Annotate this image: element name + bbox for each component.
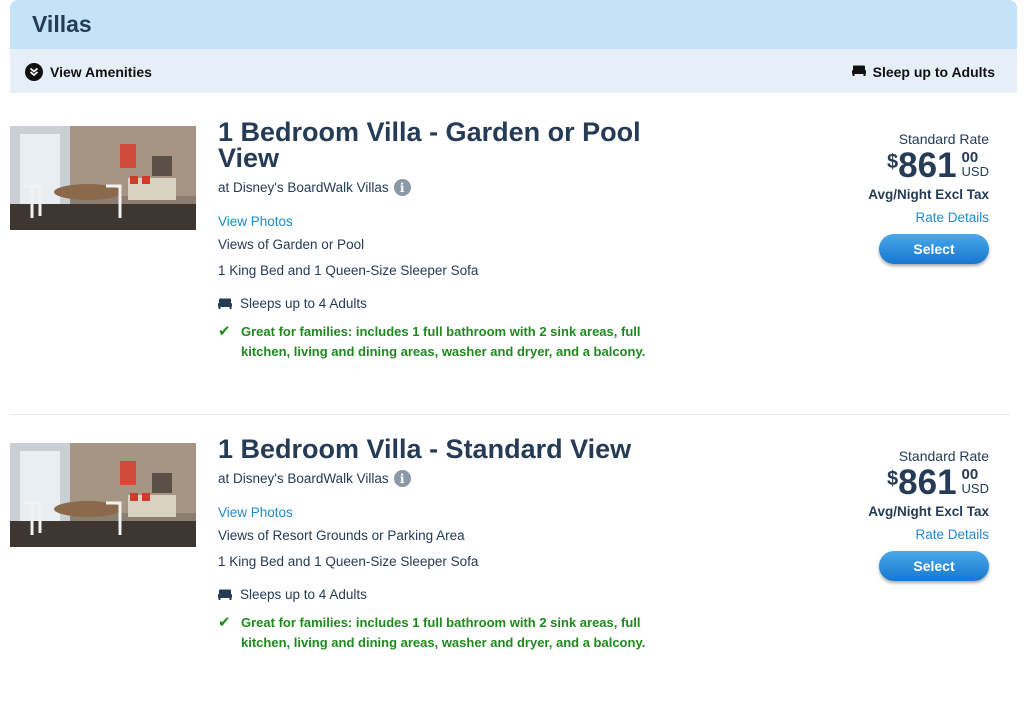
- divider: [10, 414, 1010, 415]
- view-photos-link[interactable]: View Photos: [218, 214, 293, 229]
- room-feature: ✔ Great for families: includes 1 full ba…: [218, 322, 668, 362]
- bed-icon: [851, 63, 866, 81]
- select-button[interactable]: Select: [879, 234, 989, 264]
- per-night-label: Avg/Night Excl Tax: [868, 187, 989, 202]
- price: $ 861 00 USD: [789, 465, 989, 501]
- info-icon[interactable]: i: [393, 470, 411, 487]
- room-feature: ✔ Great for families: includes 1 full ba…: [218, 613, 668, 653]
- filter-bar: View Amenities Sleep up to Adults: [10, 49, 1017, 93]
- resort-name: at Disney's BoardWalk Villas i: [218, 470, 411, 487]
- price-amount: 861: [898, 463, 957, 502]
- room-photo[interactable]: [10, 126, 196, 230]
- view-amenities-label: View Amenities: [50, 64, 152, 80]
- rate-label: Standard Rate: [898, 448, 989, 464]
- sleep-filter: Sleep up to Adults: [851, 62, 995, 82]
- currency-symbol: $: [887, 151, 899, 173]
- room-beds: 1 King Bed and 1 Queen-Size Sleeper Sofa: [218, 554, 479, 569]
- resort-label: at Disney's BoardWalk Villas: [218, 180, 389, 195]
- sleeps-label: Sleeps up to 4 Adults: [240, 296, 367, 311]
- price-amount: 861: [898, 146, 957, 185]
- view-photos-link[interactable]: View Photos: [218, 505, 293, 520]
- room-photo[interactable]: [10, 443, 196, 547]
- resort-label: at Disney's BoardWalk Villas: [218, 471, 389, 486]
- price: $ 861 00 USD: [789, 148, 989, 184]
- checkmark-icon: ✔: [218, 323, 231, 340]
- checkmark-icon: ✔: [218, 614, 231, 631]
- room-sleeps: Sleeps up to 4 Adults: [218, 587, 367, 602]
- select-button[interactable]: Select: [879, 551, 989, 581]
- room-title: 1 Bedroom Villa - Standard View: [218, 434, 632, 464]
- feature-text: Great for families: includes 1 full bath…: [241, 615, 646, 650]
- info-icon[interactable]: i: [393, 179, 411, 196]
- view-amenities-toggle[interactable]: View Amenities: [25, 62, 152, 82]
- currency-symbol: $: [887, 468, 899, 490]
- sleep-filter-label: Sleep up to Adults: [872, 64, 995, 80]
- currency-code: USD: [961, 164, 989, 179]
- sleeps-label: Sleeps up to 4 Adults: [240, 587, 367, 602]
- feature-text: Great for families: includes 1 full bath…: [241, 324, 646, 359]
- section-title: Villas: [32, 11, 92, 37]
- chevron-down-icon: [25, 63, 43, 81]
- currency-code: USD: [961, 481, 989, 496]
- price-cents: 00: [961, 466, 979, 483]
- rate-details-link[interactable]: Rate Details: [789, 210, 989, 225]
- rate-label: Standard Rate: [898, 131, 989, 147]
- room-title: 1 Bedroom Villa - Garden or Pool View: [218, 117, 641, 173]
- room-view: Views of Garden or Pool: [218, 237, 365, 252]
- resort-name: at Disney's BoardWalk Villas i: [218, 179, 411, 196]
- room-view: Views of Resort Grounds or Parking Area: [218, 528, 465, 543]
- room-beds: 1 King Bed and 1 Queen-Size Sleeper Sofa: [218, 263, 479, 278]
- per-night-label: Avg/Night Excl Tax: [868, 504, 989, 519]
- section-header: Villas: [10, 0, 1017, 49]
- rate-details-link[interactable]: Rate Details: [789, 527, 989, 542]
- bed-icon: [218, 589, 232, 600]
- bed-icon: [218, 298, 232, 309]
- price-cents: 00: [961, 149, 979, 166]
- price-panel: Standard Rate $ 861 00 USD Avg/Night Exc…: [789, 131, 989, 264]
- price-panel: Standard Rate $ 861 00 USD Avg/Night Exc…: [789, 448, 989, 581]
- room-sleeps: Sleeps up to 4 Adults: [218, 296, 367, 311]
